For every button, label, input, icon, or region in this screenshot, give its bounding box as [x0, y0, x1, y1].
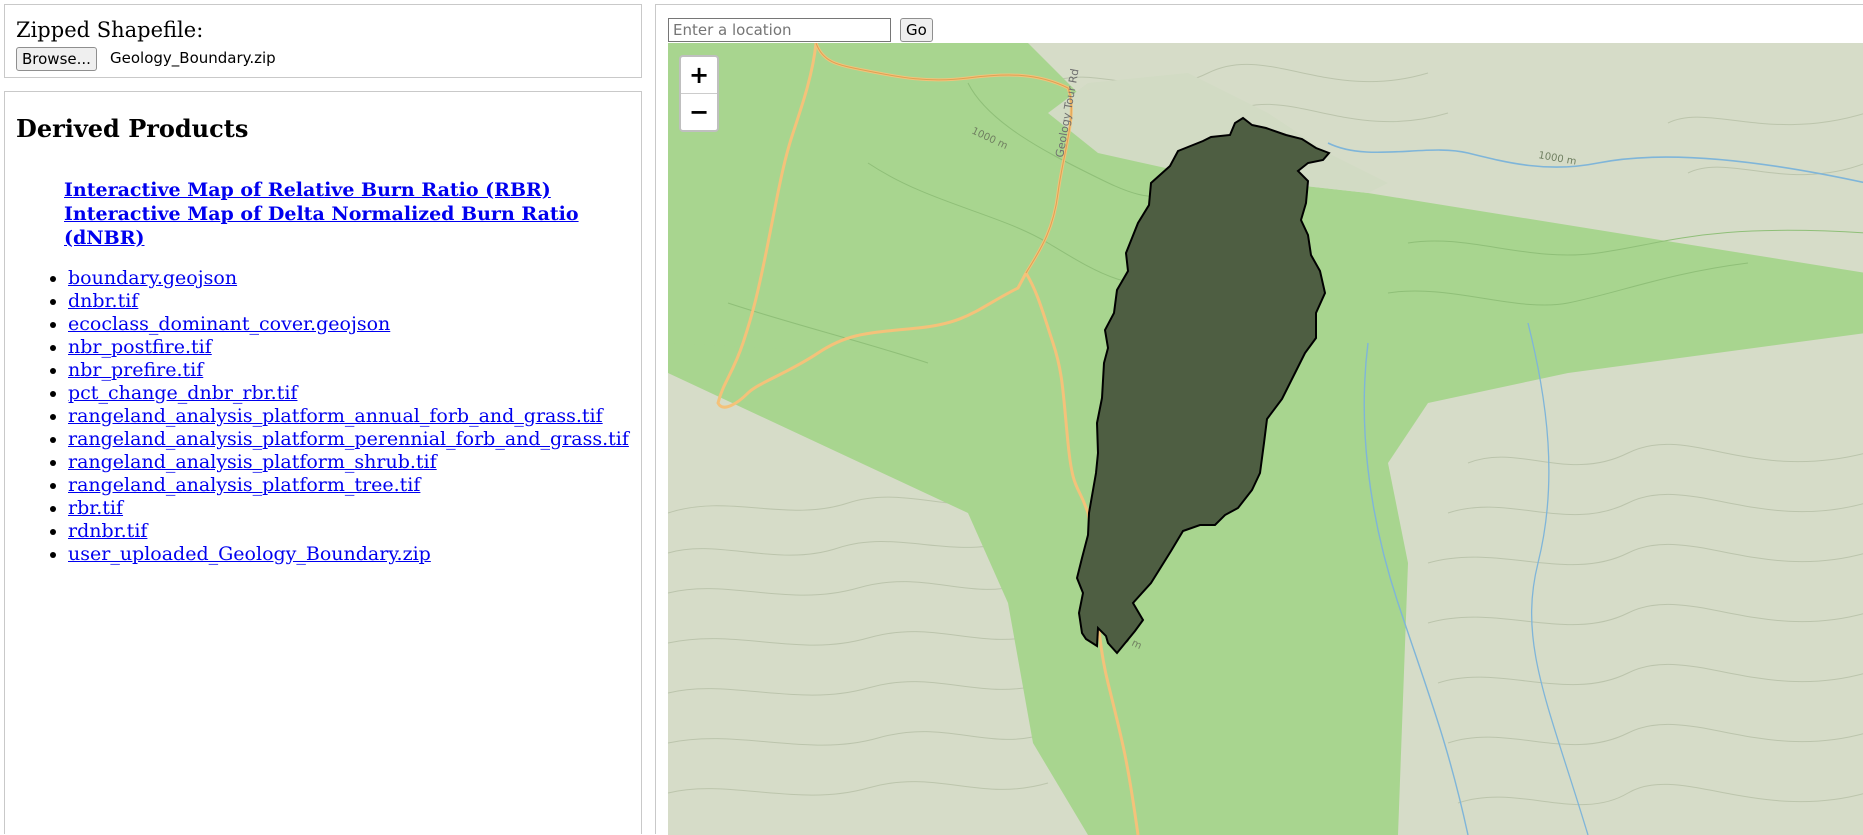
- list-item: rdnbr.tif: [68, 520, 629, 543]
- map-canvas[interactable]: Geology Tour Rd 1000 m 1000 m 1100 m: [668, 43, 1863, 835]
- upload-panel: Zipped Shapefile: Browse... Geology_Boun…: [4, 4, 642, 78]
- rbr-map-link[interactable]: Interactive Map of Relative Burn Ratio (…: [64, 178, 604, 202]
- list-item: nbr_postfire.tif: [68, 336, 629, 359]
- list-item: nbr_prefire.tif: [68, 359, 629, 382]
- file-link[interactable]: nbr_postfire.tif: [68, 336, 212, 358]
- list-item: rbr.tif: [68, 497, 629, 520]
- file-list: boundary.geojson dnbr.tif ecoclass_domin…: [41, 267, 629, 566]
- file-link[interactable]: rangeland_analysis_platform_annual_forb_…: [68, 405, 603, 427]
- zoom-in-button[interactable]: +: [681, 57, 717, 94]
- file-link[interactable]: rbr.tif: [68, 497, 123, 519]
- list-item: rangeland_analysis_platform_annual_forb_…: [68, 405, 629, 428]
- dnbr-map-link[interactable]: Interactive Map of Delta Normalized Burn…: [64, 202, 604, 250]
- file-link[interactable]: user_uploaded_Geology_Boundary.zip: [68, 543, 431, 565]
- shapefile-label: Zipped Shapefile:: [16, 18, 204, 42]
- map-view[interactable]: Geology Tour Rd 1000 m 1000 m 1100 m + −: [668, 43, 1863, 835]
- go-button[interactable]: Go: [900, 18, 933, 42]
- map-panel: Go: [655, 4, 1863, 835]
- file-link[interactable]: nbr_prefire.tif: [68, 359, 203, 381]
- list-item: rangeland_analysis_platform_perennial_fo…: [68, 428, 629, 451]
- file-link[interactable]: rdnbr.tif: [68, 520, 147, 542]
- file-link[interactable]: rangeland_analysis_platform_tree.tif: [68, 474, 420, 496]
- derived-products-panel: Derived Products Interactive Map of Rela…: [4, 91, 642, 834]
- file-link[interactable]: pct_change_dnbr_rbr.tif: [68, 382, 297, 404]
- list-item: rangeland_analysis_platform_tree.tif: [68, 474, 629, 497]
- file-link[interactable]: dnbr.tif: [68, 290, 138, 312]
- file-link[interactable]: boundary.geojson: [68, 267, 237, 289]
- interactive-map-links: Interactive Map of Relative Burn Ratio (…: [64, 178, 604, 250]
- file-link[interactable]: rangeland_analysis_platform_shrub.tif: [68, 451, 437, 473]
- list-item: boundary.geojson: [68, 267, 629, 290]
- list-item: pct_change_dnbr_rbr.tif: [68, 382, 629, 405]
- browse-button[interactable]: Browse...: [16, 47, 97, 71]
- derived-products-heading: Derived Products: [16, 114, 249, 143]
- list-item: ecoclass_dominant_cover.geojson: [68, 313, 629, 336]
- list-item: user_uploaded_Geology_Boundary.zip: [68, 543, 629, 566]
- selected-file-name: Geology_Boundary.zip: [110, 49, 276, 67]
- file-link[interactable]: rangeland_analysis_platform_perennial_fo…: [68, 428, 629, 450]
- zoom-out-button[interactable]: −: [681, 94, 717, 130]
- file-link[interactable]: ecoclass_dominant_cover.geojson: [68, 313, 390, 335]
- list-item: dnbr.tif: [68, 290, 629, 313]
- zoom-control: + −: [679, 55, 719, 132]
- list-item: rangeland_analysis_platform_shrub.tif: [68, 451, 629, 474]
- location-search-input[interactable]: [668, 18, 891, 42]
